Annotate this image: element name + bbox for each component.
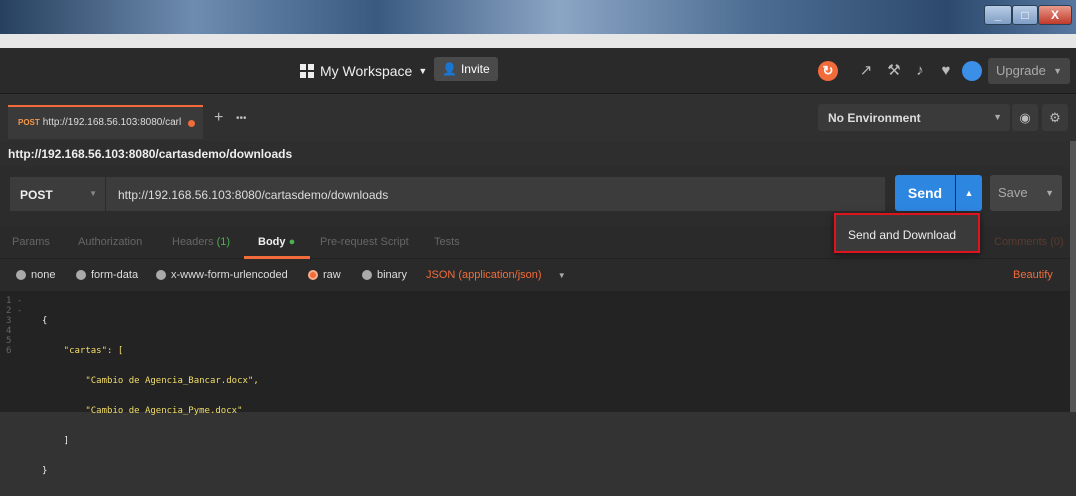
app-header: My Workspace ▼ 👤 Invite ↻ ↗ ⚒ ♪ ♥ Upgrad… [0, 48, 1076, 94]
body-active-dot-icon: ● [288, 236, 296, 248]
sync-icon[interactable]: ↻ [818, 61, 838, 81]
line-number: 2 - [6, 306, 23, 316]
code-line: "cartas": [ [42, 346, 124, 356]
unsaved-dot-icon [188, 120, 195, 127]
code-line: } [42, 466, 48, 476]
tab-authorization[interactable]: Authorization [78, 236, 142, 248]
code-content[interactable]: { "cartas": [ "Cambio de Agencia_Bancar.… [42, 296, 259, 496]
save-button[interactable]: Save ▼ [990, 175, 1062, 211]
radio-icon [156, 270, 166, 280]
maximize-button[interactable]: □ [1012, 5, 1038, 25]
save-label: Save [998, 185, 1028, 200]
headers-count: (1) [216, 236, 231, 248]
option-none-label: none [31, 269, 56, 281]
chevron-down-icon: ▼ [418, 66, 428, 76]
eye-icon[interactable]: ◉ [1012, 104, 1038, 131]
invite-label: Invite [460, 62, 490, 76]
line-number: 6 [6, 346, 12, 356]
bell-icon[interactable]: ♪ [910, 61, 930, 81]
line-gutter: 1 - 2 - 3 4 5 6 [0, 296, 34, 356]
wrench-icon[interactable]: ⚒ [884, 61, 904, 81]
tab-tests[interactable]: Tests [434, 236, 460, 248]
content-type-select[interactable]: JSON (application/json) ▼ [426, 269, 566, 281]
radio-icon [76, 270, 86, 280]
radio-icon [362, 270, 372, 280]
chevron-down-icon: ▼ [1045, 188, 1054, 198]
window-strip [0, 34, 1076, 48]
tab-body-label: Body [258, 236, 286, 248]
method-label: POST [20, 188, 53, 202]
request-tab[interactable]: POST http://192.168.56.103:8080/carl [8, 105, 203, 139]
tab-url: http://192.168.56.103:8080/carl [42, 117, 182, 128]
new-tab-button[interactable]: + [214, 109, 223, 127]
option-raw[interactable]: raw [308, 269, 341, 281]
upgrade-label: Upgrade [996, 63, 1046, 78]
close-button[interactable]: X [1038, 5, 1072, 25]
option-form-data-label: form-data [91, 269, 139, 281]
more-tabs-button[interactable]: ••• [236, 113, 247, 124]
method-select[interactable]: POST ▼ [10, 177, 106, 211]
send-options-dropdown: Send and Download [834, 213, 980, 253]
option-binary-label: binary [377, 269, 407, 281]
body-editor[interactable]: 1 - 2 - 3 4 5 6 { "cartas": [ "Cambio de… [0, 292, 1070, 476]
line-number: 3 [6, 316, 12, 326]
workspace-label: My Workspace [320, 63, 413, 79]
environment-label: No Environment [828, 111, 921, 125]
tab-headers[interactable]: Headers (1) [172, 236, 230, 248]
option-binary[interactable]: binary [362, 269, 407, 281]
chevron-down-icon: ▼ [89, 189, 97, 198]
tab-pre-request-script[interactable]: Pre-request Script [320, 236, 409, 248]
chevron-down-icon: ▼ [1053, 66, 1062, 76]
code-line: { [42, 316, 48, 326]
option-urlencoded-label: x-www-form-urlencoded [171, 269, 288, 281]
gear-icon[interactable]: ⚙ [1042, 104, 1068, 131]
line-number: 1 - [6, 296, 23, 306]
radio-icon [16, 270, 26, 280]
request-title[interactable]: http://192.168.56.103:8080/cartasdemo/do… [0, 141, 1070, 167]
invite-button[interactable]: 👤 Invite [434, 57, 498, 81]
option-none[interactable]: none [16, 269, 55, 281]
code-line: ] [42, 436, 70, 446]
line-number: 5 [6, 336, 12, 346]
send-and-download-item[interactable]: Send and Download [848, 228, 956, 242]
workspace-switcher[interactable]: My Workspace ▼ [300, 59, 427, 83]
invite-person-icon: 👤 [442, 62, 457, 76]
code-line: "Cambio de Agencia_Pyme.docx" [42, 406, 243, 416]
avatar-icon[interactable] [962, 61, 982, 81]
radio-selected-icon [308, 270, 318, 280]
grid-icon [300, 64, 314, 78]
environment-select[interactable]: No Environment ▼ [818, 104, 1010, 131]
minimize-button[interactable]: _ [984, 5, 1012, 25]
request-tabs-bar: POST http://192.168.56.103:8080/carl + ••… [0, 95, 1076, 141]
upgrade-button[interactable]: Upgrade ▼ [988, 58, 1070, 84]
scrollbar[interactable] [1070, 141, 1076, 412]
send-options-caret[interactable]: ▲ [956, 175, 982, 211]
chevron-down-icon: ▼ [993, 112, 1002, 122]
code-line: "Cambio de Agencia_Bancar.docx", [42, 376, 259, 386]
window-titlebar: _ □ X [0, 0, 1076, 34]
option-form-data[interactable]: form-data [76, 269, 138, 281]
heart-icon[interactable]: ♥ [936, 61, 956, 81]
chevron-down-icon: ▼ [557, 270, 566, 280]
body-options-bar: none form-data x-www-form-urlencoded raw… [0, 259, 1070, 292]
beautify-button[interactable]: Beautify [1013, 269, 1053, 281]
tab-method: POST [18, 118, 40, 127]
tab-body[interactable]: Body ● [258, 236, 295, 248]
content-type-label: JSON (application/json) [426, 269, 542, 281]
tab-headers-label: Headers [172, 236, 214, 248]
send-button[interactable]: Send [895, 175, 955, 211]
url-input[interactable]: http://192.168.56.103:8080/cartasdemo/do… [106, 177, 885, 211]
option-urlencoded[interactable]: x-www-form-urlencoded [156, 269, 288, 281]
comments-link[interactable]: Comments (0) [994, 236, 1064, 248]
tab-params[interactable]: Params [12, 236, 50, 248]
option-raw-label: raw [323, 269, 341, 281]
satellite-icon[interactable]: ↗ [856, 61, 876, 81]
line-number: 4 [6, 326, 12, 336]
